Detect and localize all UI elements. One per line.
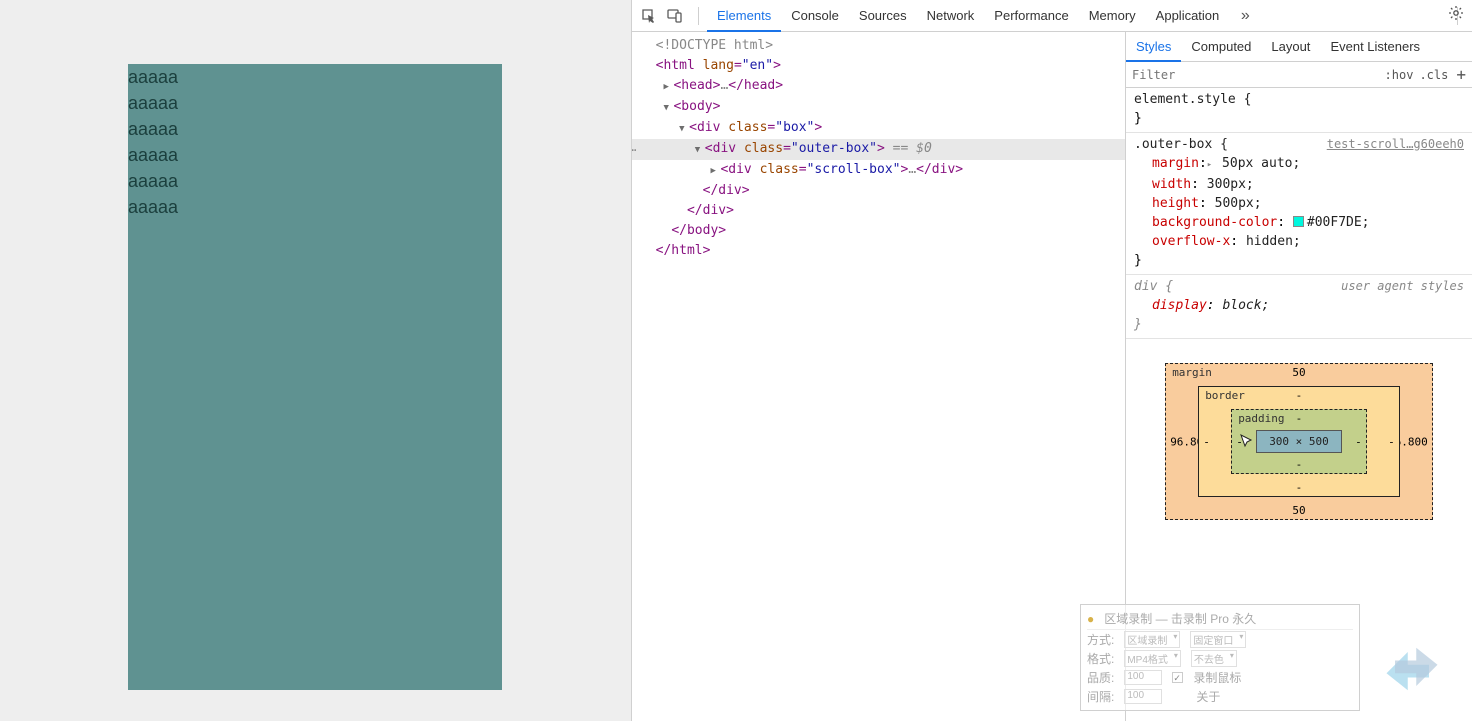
tab-elements[interactable]: Elements (707, 0, 781, 32)
tab-performance[interactable]: Performance (984, 0, 1078, 32)
css-property[interactable]: margin:▸ 50px auto; (1134, 154, 1464, 175)
brace-close: } (1134, 251, 1464, 270)
device-toggle-icon[interactable] (664, 5, 686, 27)
dom-node[interactable]: <div class="box"> (632, 118, 1125, 139)
margin-bottom-value[interactable]: 50 (1292, 504, 1305, 517)
text-line: aaaaa (128, 168, 502, 194)
dom-node[interactable]: <div class="scroll-box">…</div> (632, 160, 1125, 181)
cls-toggle[interactable]: .cls (1419, 68, 1448, 82)
elements-tree[interactable]: <!DOCTYPE html> <html lang="en"> <head>…… (632, 32, 1126, 721)
devtools-toolbar: Elements Console Sources Network Perform… (632, 0, 1472, 32)
expand-icon[interactable] (710, 160, 720, 181)
expand-icon[interactable] (663, 76, 673, 97)
rule-element-style[interactable]: element.style { } (1126, 88, 1472, 133)
devtools-panel: Elements Console Sources Network Perform… (631, 0, 1472, 721)
page-preview: aaaaa aaaaa aaaaa aaaaa aaaaa aaaaa (0, 0, 631, 721)
padding-bottom-value[interactable]: - (1296, 458, 1303, 471)
tab-memory[interactable]: Memory (1079, 0, 1146, 32)
collapse-icon[interactable] (663, 97, 673, 118)
content-size-value[interactable]: 300 × 500 (1269, 435, 1329, 448)
text-line: aaaaa (128, 116, 502, 142)
tab-layout[interactable]: Layout (1261, 32, 1320, 62)
padding-right-value[interactable]: - (1355, 435, 1362, 448)
tab-sources[interactable]: Sources (849, 0, 917, 32)
margin-top-value[interactable]: 50 (1292, 366, 1305, 379)
text-line: aaaaa (128, 142, 502, 168)
dom-node[interactable]: <!DOCTYPE html> (632, 36, 1125, 56)
dom-node-selected[interactable]: <div class="outer-box"> == $0 (632, 139, 1125, 160)
dom-node[interactable]: </html> (632, 241, 1125, 261)
border-bottom-value[interactable]: - (1296, 481, 1303, 494)
text-line: aaaaa (128, 90, 502, 116)
color-swatch-icon[interactable] (1293, 216, 1304, 227)
text-line: aaaaa (128, 64, 502, 90)
box-model-border[interactable]: border - - - - padding - - - - (1198, 386, 1400, 497)
dom-node[interactable]: </div> (632, 201, 1125, 221)
styles-filter-input[interactable] (1132, 68, 1379, 82)
styles-filter-bar: :hov .cls + (1126, 62, 1472, 88)
box-model-margin[interactable]: margin 50 50 96.800 96.800 border - - - … (1165, 363, 1433, 520)
text-line: aaaaa (128, 194, 502, 220)
dom-node[interactable]: </body> (632, 221, 1125, 241)
dom-node[interactable]: <body> (632, 97, 1125, 118)
tab-console[interactable]: Console (781, 0, 849, 32)
rule-user-agent[interactable]: user agent styles div { display: block; … (1126, 275, 1472, 339)
dom-node[interactable]: <head>…</head> (632, 76, 1125, 97)
border-left-value[interactable]: - (1203, 435, 1210, 448)
tab-application[interactable]: Application (1146, 0, 1230, 32)
dom-node[interactable]: <html lang="en"> (632, 56, 1125, 76)
outer-box-preview: aaaaa aaaaa aaaaa aaaaa aaaaa aaaaa (128, 64, 502, 690)
padding-label: padding (1238, 412, 1284, 425)
collapse-icon[interactable] (695, 139, 705, 160)
border-top-value[interactable]: - (1296, 389, 1303, 402)
hov-toggle[interactable]: :hov (1385, 68, 1414, 82)
separator (698, 7, 699, 25)
padding-top-value[interactable]: - (1296, 412, 1303, 425)
dom-node[interactable]: </div> (632, 181, 1125, 201)
styles-pane: Styles Computed Layout Event Listeners :… (1126, 32, 1472, 721)
css-property[interactable]: display: block; (1134, 296, 1464, 315)
css-property[interactable]: overflow-x: hidden; (1134, 232, 1464, 251)
css-property[interactable]: height: 500px; (1134, 194, 1464, 213)
box-model-content[interactable]: 300 × 500 (1256, 430, 1342, 453)
brace-close: } (1134, 315, 1464, 334)
brace-close: } (1134, 109, 1464, 128)
cursor-icon (1239, 433, 1255, 452)
collapse-icon[interactable] (679, 118, 689, 139)
css-property[interactable]: width: 300px; (1134, 175, 1464, 194)
css-rules: element.style { } test-scroll…g60eeh0 .o… (1126, 88, 1472, 339)
border-right-value[interactable]: - (1388, 435, 1395, 448)
tab-computed[interactable]: Computed (1181, 32, 1261, 62)
inspect-icon[interactable] (638, 5, 660, 27)
box-model-padding[interactable]: padding - - - - 300 × 500 (1231, 409, 1367, 474)
box-model-diagram[interactable]: margin 50 50 96.800 96.800 border - - - … (1126, 339, 1472, 530)
tab-styles[interactable]: Styles (1126, 32, 1181, 62)
margin-label: margin (1172, 366, 1212, 379)
ua-stylesheet-label: user agent styles (1341, 277, 1464, 296)
tabs-overflow-icon[interactable]: » (1233, 7, 1257, 25)
rule-source-link[interactable]: test-scroll…g60eeh0 (1327, 135, 1464, 154)
new-rule-icon[interactable]: + (1456, 65, 1466, 84)
tab-event-listeners[interactable]: Event Listeners (1320, 32, 1430, 62)
css-property[interactable]: background-color: #00F7DE; (1134, 213, 1464, 232)
styles-tabs: Styles Computed Layout Event Listeners (1126, 32, 1472, 62)
devtools-body: <!DOCTYPE html> <html lang="en"> <head>…… (632, 32, 1472, 721)
tab-network[interactable]: Network (917, 0, 985, 32)
border-label: border (1205, 389, 1245, 402)
gear-icon[interactable] (1448, 5, 1464, 24)
rule-outer-box[interactable]: test-scroll…g60eeh0 .outer-box { margin:… (1126, 133, 1472, 275)
selector-text: element.style { (1134, 90, 1464, 109)
